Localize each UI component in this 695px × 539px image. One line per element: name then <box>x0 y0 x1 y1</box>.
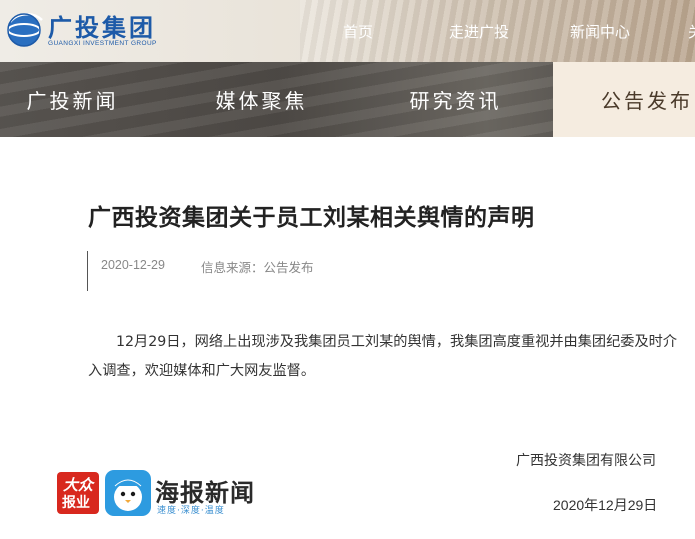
penguin-icon <box>114 479 142 511</box>
dazhong-badge: 大众 报业 <box>57 472 99 514</box>
article-date: 2020-12-29 <box>101 258 165 272</box>
badge-line-2: 报业 <box>62 495 90 511</box>
tab-group-news[interactable]: 广投新闻 <box>0 62 170 137</box>
logo-english-text: GUANGXI INVESTMENT GROUP <box>48 40 157 47</box>
article-title: 广西投资集团关于员工刘某相关舆情的声明 <box>88 205 535 231</box>
logo-chinese-text: 广投集团 <box>48 13 156 42</box>
nav-home[interactable]: 首页 <box>343 21 373 42</box>
tab-media-focus[interactable]: 媒体聚焦 <box>164 62 359 137</box>
article-source: 信息来源：公告发布 <box>201 260 314 275</box>
category-band: 广投新闻 媒体聚焦 研究资讯 公告发布 <box>0 62 695 137</box>
site-header: 广投集团 GUANGXI INVESTMENT GROUP 首页 走进广投 新闻… <box>0 0 695 62</box>
watermark-tagline: 速度·深度·温度 <box>157 506 225 516</box>
haibao-penguin-icon <box>105 470 151 516</box>
tab-announcements[interactable]: 公告发布 <box>553 62 695 137</box>
signature-date: 2020年12月29日 <box>553 497 658 513</box>
nav-news-center[interactable]: 新闻中心 <box>570 21 630 42</box>
article-body: 12月29日，网络上出现涉及我集团员工刘某的舆情，我集团高度重视并由集团纪委及时… <box>88 334 678 379</box>
watermark: 大众 报业 海报新闻 速度·深度·温度 <box>57 470 262 518</box>
logo-globe-icon <box>7 13 43 47</box>
site-logo[interactable]: 广投集团 GUANGXI INVESTMENT GROUP <box>4 6 164 54</box>
nav-about[interactable]: 走进广投 <box>449 21 509 42</box>
nav-partial[interactable]: 关 <box>688 21 695 42</box>
article-meta: 2020-12-29 信息来源：公告发布 <box>87 251 314 291</box>
tab-research[interactable]: 研究资讯 <box>358 62 553 137</box>
signature-organization: 广西投资集团有限公司 <box>516 453 656 469</box>
